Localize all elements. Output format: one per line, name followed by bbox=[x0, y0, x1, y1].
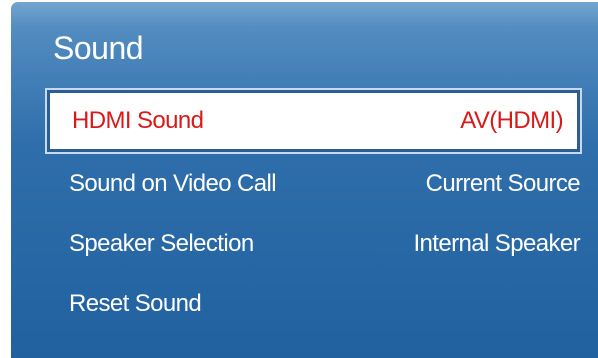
menu-item-reset-sound[interactable]: Reset Sound bbox=[47, 274, 598, 334]
menu-item-hdmi-sound[interactable]: HDMI Sound AV(HDMI) bbox=[47, 90, 580, 152]
sound-menu-list: HDMI Sound AV(HDMI) Sound on Video Call … bbox=[47, 90, 598, 334]
menu-item-value: AV(HDMI) bbox=[460, 107, 563, 134]
menu-item-label: Sound on Video Call bbox=[69, 170, 277, 197]
menu-item-value: Internal Speaker bbox=[413, 230, 580, 257]
menu-item-label: Reset Sound bbox=[69, 290, 202, 317]
menu-item-value: Current Source bbox=[425, 170, 581, 197]
sound-menu-panel: Sound HDMI Sound AV(HDMI) Sound on Video… bbox=[11, 2, 598, 358]
menu-item-speaker-selection[interactable]: Speaker Selection Internal Speaker bbox=[47, 214, 598, 274]
menu-title: Sound bbox=[53, 30, 144, 66]
menu-item-label: HDMI Sound bbox=[72, 107, 204, 134]
menu-item-label: Speaker Selection bbox=[69, 230, 254, 257]
menu-item-sound-on-video-call[interactable]: Sound on Video Call Current Source bbox=[47, 154, 598, 214]
